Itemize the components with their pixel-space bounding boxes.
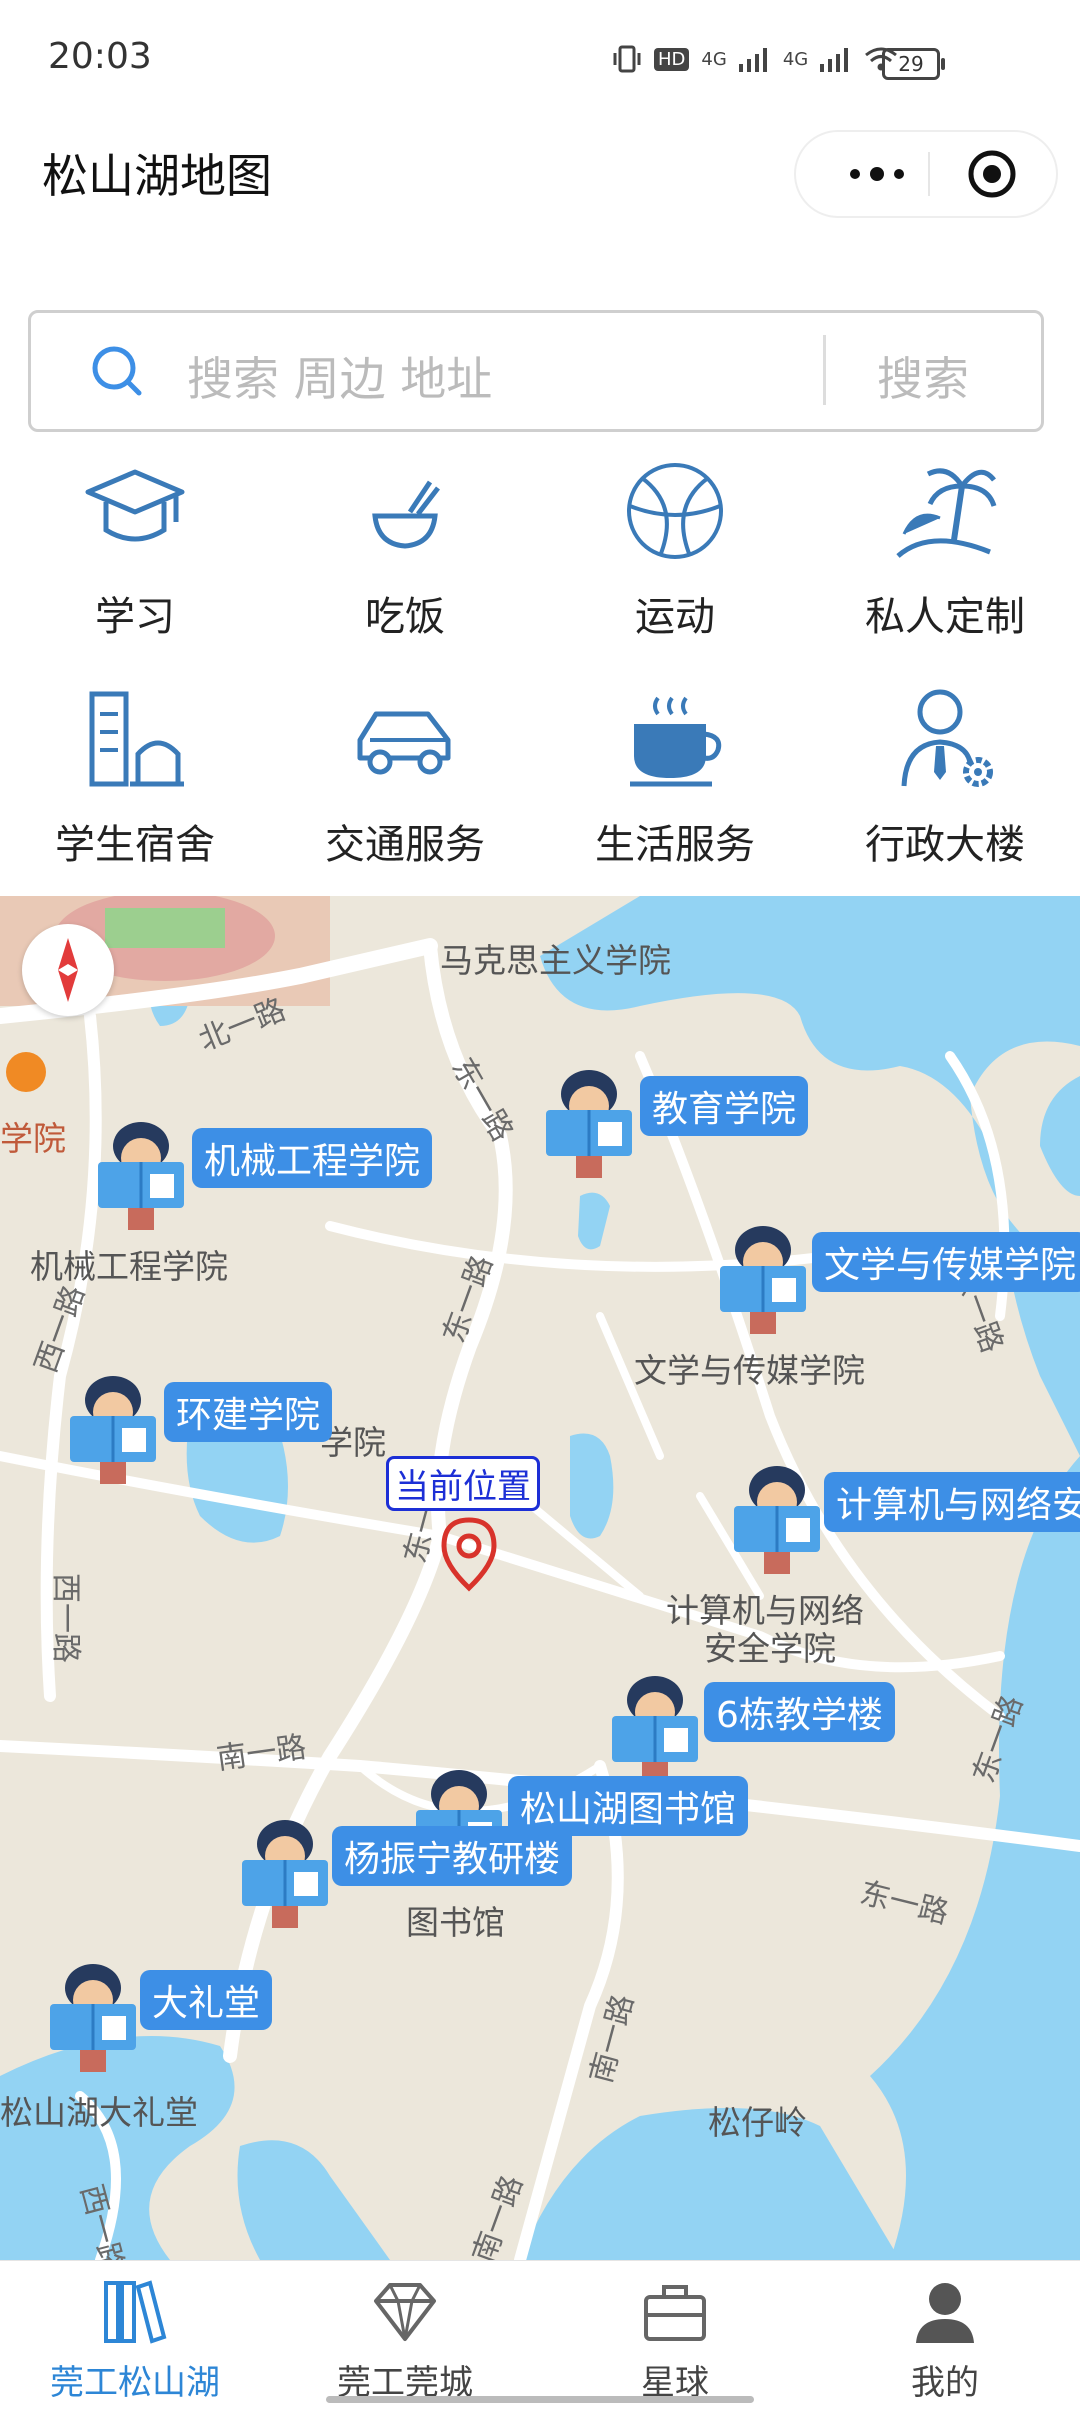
search-input[interactable]: 搜索 周边 地址 [187,343,492,409]
more-button[interactable] [832,154,922,194]
tab-mine[interactable]: 我的 [810,2269,1080,2404]
student-reading-icon [98,1122,184,1230]
campus-map[interactable]: 马克思主义学院 学院 机械工程学院 文学与传媒学院 学院 计算机与网络 安全学院… [0,896,1080,2260]
map-marker-yangzhenning[interactable]: 杨振宁教研楼 [240,1816,600,1936]
label-wenxue: 文学与传媒学院 [634,1351,865,1390]
restaurant-pin-icon[interactable] [6,1052,46,1092]
tab-label: 我的 [911,2363,979,2403]
status-time: 20:03 [48,36,152,77]
basketball-icon [627,463,723,559]
books-icon [104,2280,167,2344]
close-target-icon[interactable] [966,148,1018,200]
car-icon [357,711,451,775]
category-label: 行政大楼 [865,822,1025,868]
coffee-cup-icon [630,696,722,787]
lake-south [237,2140,390,2260]
mini-program-capsule [794,130,1058,218]
student-reading-icon [70,1376,156,1484]
admin-person-icon [901,689,993,787]
category-label: 学习 [95,594,175,640]
hd-badge: HD [654,47,690,71]
marker-label: 环建学院 [164,1382,333,1442]
tab-songshanhu[interactable]: 莞工松山湖 [0,2269,270,2404]
category-sport[interactable]: 运动 [540,456,810,656]
category-label: 生活服务 [595,822,755,868]
marker-label: 文学与传媒学院 [812,1232,1080,1292]
label-songzailing: 松仔岭 [708,2103,807,2142]
bowl-icon [372,480,440,549]
marker-label: 6栋教学楼 [704,1682,895,1742]
status-icons: HD 4G 4G [612,44,898,74]
map-marker-jiaoyu[interactable]: 教育学院 [544,1066,809,1186]
current-location-label: 当前位置 [386,1456,540,1511]
marker-label: 教育学院 [640,1076,809,1136]
network-a: 4G [701,48,727,70]
label-jisuanji-2: 安全学院 [704,1629,836,1668]
label-xueyuan-left: 学院 [0,1119,66,1158]
dorm-building-icon [89,691,184,787]
briefcase-icon [644,2285,706,2341]
network-b: 4G [782,48,809,70]
diamond-icon [374,2283,436,2341]
category-life[interactable]: 生活服务 [540,684,810,884]
capsule-divider [928,152,930,196]
marker-label: 计算机与网络安 [824,1472,1080,1532]
tab-guancheng[interactable]: 莞工莞城 [270,2269,540,2404]
student-reading-icon [546,1070,632,1178]
dot-icon [870,167,884,181]
map-marker-jixie[interactable]: 机械工程学院 [96,1118,436,1238]
page-title: 松山湖地图 [42,149,272,203]
category-eat[interactable]: 吃饭 [270,456,540,656]
category-admin[interactable]: 行政大楼 [810,684,1080,884]
category-label: 私人定制 [865,594,1025,640]
graduation-cap-icon [85,469,185,542]
tab-bar: 莞工松山湖 莞工莞城 星球 我的 [0,2260,1080,2409]
label-auditorium: 松山湖大礼堂 [0,2093,198,2132]
palm-island-icon [896,468,997,558]
map-marker-huanjian[interactable]: 环建学院 [68,1372,348,1492]
category-dorm[interactable]: 学生宿舍 [0,684,270,884]
map-marker-jisuanji[interactable]: 计算机与网络安 [732,1462,1080,1582]
marker-label: 杨振宁教研楼 [332,1826,573,1886]
search-divider [823,335,826,405]
person-icon [916,2283,974,2343]
location-pin-icon [441,1517,497,1592]
category-traffic[interactable]: 交通服务 [270,684,540,884]
student-reading-icon [242,1820,328,1928]
category-custom[interactable]: 私人定制 [810,456,1080,656]
marker-label: 大礼堂 [140,1970,273,2030]
category-label: 吃饭 [365,594,445,640]
compass-button[interactable] [22,924,114,1016]
status-bar: 20:03 HD 4G 4G 29 [0,0,1080,110]
tab-label: 莞工松山湖 [50,2363,220,2403]
pond-3 [578,1192,610,1250]
search-button[interactable]: 搜索 [877,343,969,409]
map-marker-wenxue[interactable]: 文学与传媒学院 [718,1222,1080,1342]
search-bar: 搜索 周边 地址 搜索 [28,310,1044,432]
category-label: 学生宿舍 [55,822,215,868]
label-marxism: 马克思主义学院 [440,941,671,980]
lake-east-bay [1040,1076,1080,1196]
pond-2 [570,1433,614,1539]
student-reading-icon [50,1964,136,2072]
map-marker-dalitang[interactable]: 大礼堂 [48,1960,278,2080]
signal-icon-2 [820,48,849,72]
road-label: 西一路 [48,1573,83,1663]
tab-planet[interactable]: 星球 [540,2269,810,2404]
home-indicator[interactable] [326,2396,754,2403]
vibrate-icon [613,45,641,73]
dot-icon [894,169,904,179]
football-pitch [105,908,225,948]
category-label: 运动 [635,594,715,640]
battery-icon: 29 [882,48,945,80]
category-label: 交通服务 [325,822,485,868]
dot-icon [850,169,860,179]
search-icon [92,346,142,396]
signal-icon [738,48,767,72]
compass-icon [58,938,78,1002]
student-reading-icon [734,1466,820,1574]
student-reading-icon [720,1226,806,1334]
marker-label: 机械工程学院 [192,1128,433,1188]
category-study[interactable]: 学习 [0,456,270,656]
